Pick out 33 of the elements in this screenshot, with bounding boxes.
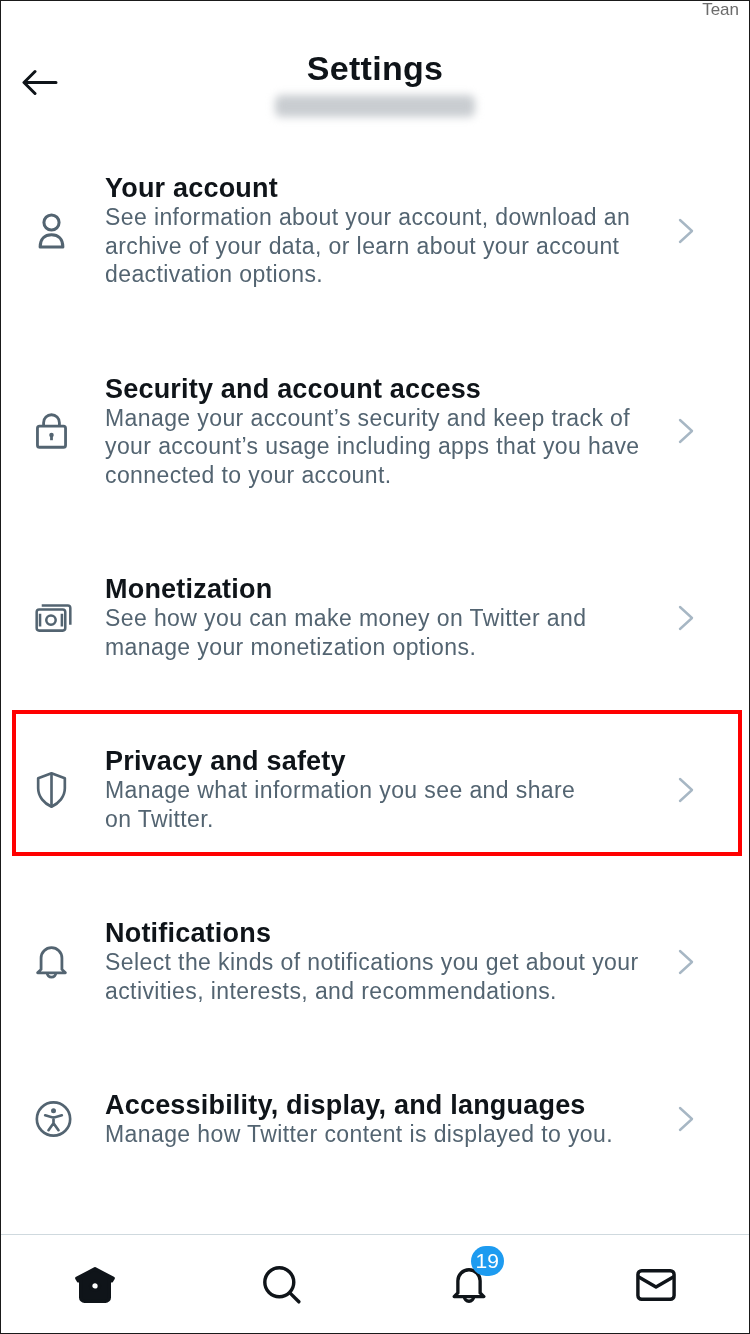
item-title: Privacy and safety (105, 746, 347, 776)
accessibility-icon (35, 1101, 72, 1138)
settings-item[interactable]: Your account See information about your account, download an archive of your data, or learn about your account deactivation options. (12, 137, 742, 312)
chevron-right-icon (678, 948, 694, 975)
settings-item[interactable]: Notifications Select the kinds of notifications you get about your activities, interests, and recommendations. (12, 882, 742, 1028)
item-title: Notifications (105, 918, 273, 948)
status-text: Tean (702, 1, 739, 19)
chevron-right-icon (678, 1106, 694, 1133)
item-title: Security and account access (105, 373, 483, 404)
chevron-right-icon (678, 776, 694, 803)
item-title: Your account (105, 173, 279, 203)
bell-icon (35, 943, 68, 980)
notification-badge: 19 (470, 1246, 504, 1276)
settings-item[interactable]: Security and account access Manage your account’s security and keep track of your account’s usage including apps that you have connected to your account. (12, 337, 742, 512)
item-description: Select the kinds of notifications you get about your activities, interests, and recommendations. (105, 948, 640, 1005)
item-description: Manage your account’s security and keep track of your account’s usage including apps that you have connected to your account. (105, 404, 641, 489)
chevron-right-icon (678, 418, 694, 445)
back-arrow-icon (22, 69, 58, 96)
item-description: See information about your account, download an archive of your data, or learn about your account deactivation options. (105, 203, 632, 289)
page-title: Settings (306, 48, 444, 88)
lock-icon (35, 413, 68, 450)
chevron-right-icon (678, 604, 694, 631)
settings-item[interactable]: Privacy and safety Manage what information you see and share on Twitter. (12, 710, 742, 856)
item-description: Manage how Twitter content is displayed to you. (105, 1120, 615, 1149)
shield-icon (35, 771, 68, 808)
item-description: Manage what information you see and share on Twitter. (105, 776, 577, 833)
chevron-right-icon (678, 217, 694, 244)
item-description: See how you can make money on Twitter and manage your monetization options. (105, 604, 588, 661)
settings-item[interactable]: Monetization See how you can make money on Twitter and manage your monetization options. (12, 538, 742, 684)
settings-item[interactable]: Accessibility, display, and languages Manage how Twitter content is displayed to you. (12, 1054, 742, 1172)
back-button[interactable] (22, 69, 58, 96)
item-title: Monetization (105, 574, 274, 604)
item-title: Accessibility, display, and languages (105, 1090, 587, 1120)
